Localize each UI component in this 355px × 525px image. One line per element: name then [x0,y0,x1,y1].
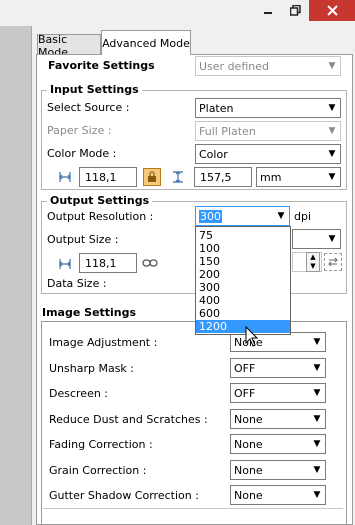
lock-aspect-button[interactable] [143,168,161,186]
image-setting-select[interactable]: OFF ▼ [230,358,326,378]
chevron-down-icon: ▼ [328,234,336,244]
image-setting-value: None [234,437,263,451]
image-setting-select[interactable]: None ▼ [230,460,326,480]
chevron-down-icon: ▼ [313,337,321,347]
output-size-label: Output Size : [47,233,119,246]
favorite-settings-select[interactable]: User defined ▼ [195,56,341,76]
image-setting-label: Reduce Dust and Scratches : [49,413,208,426]
resolution-option[interactable]: 150 [196,255,290,268]
image-setting-value: None [234,412,263,426]
output-width-icon [57,256,73,272]
paper-size-label: Paper Size : [47,124,112,137]
image-setting-label: Unsharp Mask : [49,362,135,375]
tab-advanced-mode-label: Advanced Mode [102,36,190,50]
resolution-option[interactable]: 200 [196,268,290,281]
chevron-down-icon: ▼ [277,211,285,221]
resolution-option[interactable]: 1200 [196,320,290,333]
input-width-field[interactable]: 118,1 [79,167,137,187]
image-setting-label: Grain Correction : [49,464,147,477]
image-setting-select[interactable]: OFF ▼ [230,383,326,403]
minimize-button[interactable] [254,0,282,21]
output-settings-title: Output Settings [47,194,153,207]
image-setting-value: None [234,488,263,502]
image-setting-value: None [234,463,263,477]
tab-basic-mode[interactable]: Basic Mode [37,33,101,59]
resolution-option[interactable]: 75 [196,229,290,242]
output-size-select[interactable]: ▼ [292,229,341,249]
image-settings-title: Image Settings [42,306,137,319]
output-height-spinner[interactable]: ▲ ▼ [306,252,320,272]
title-bar [0,0,355,26]
resolution-option[interactable]: 300 [196,281,290,294]
color-mode-value: Color [199,147,228,161]
image-setting-label: Descreen : [49,387,109,400]
restore-button[interactable] [282,0,309,21]
chevron-down-icon: ▼ [313,490,321,500]
image-setting-value: OFF [234,386,256,400]
restore-icon [290,5,301,16]
resolution-option[interactable]: 100 [196,242,290,255]
swap-icon [328,257,338,267]
image-settings-scrollbar-edge [346,321,347,525]
chevron-down-icon: ▼ [313,414,321,424]
image-setting-value: OFF [234,361,256,375]
favorite-settings-value: User defined [199,59,269,73]
color-mode-select[interactable]: Color ▼ [195,144,341,164]
output-resolution-label: Output Resolution : [47,210,154,223]
chevron-down-icon: ▼ [313,363,321,373]
output-resolution-value: 300 [199,209,222,223]
close-icon [326,5,338,16]
chevron-down-icon: ▼ [328,103,336,113]
paper-size-value: Full Platen [199,124,256,138]
chevron-down-icon: ▼ [328,172,336,182]
unit-select[interactable]: mm ▼ [256,167,341,187]
lock-icon [148,171,156,182]
image-setting-select[interactable]: None ▼ [230,434,326,454]
image-setting-label: Image Adjustment : [49,336,158,349]
resolution-option[interactable]: 600 [196,307,290,320]
output-width-field[interactable]: 118,1 [79,253,137,273]
color-mode-label: Color Mode : [47,147,117,160]
select-source-select[interactable]: Platen ▼ [195,98,341,118]
paper-size-select[interactable]: Full Platen ▼ [195,121,341,141]
chevron-down-icon: ▼ [313,388,321,398]
height-icon [170,169,186,185]
spin-up-icon: ▲ [310,253,316,261]
close-button[interactable] [309,0,355,21]
spin-down-icon: ▼ [310,262,316,270]
resolution-dropdown[interactable]: 75 100 150 200 300 400 600 1200 [195,226,291,335]
swap-size-button[interactable] [324,253,342,271]
preview-area-edge [0,26,32,525]
chevron-down-icon: ▼ [313,465,321,475]
resolution-option[interactable]: 400 [196,294,290,307]
divider [43,508,343,509]
chevron-down-icon: ▼ [328,126,336,136]
image-setting-label: Fading Correction : [49,438,153,451]
width-icon [57,169,73,185]
data-size-label: Data Size : [47,277,107,290]
dpi-unit-label: dpi [294,210,312,223]
input-settings-title: Input Settings [47,83,142,96]
mouse-cursor [245,325,259,351]
image-setting-select[interactable]: None ▼ [230,409,326,429]
chevron-down-icon: ▼ [313,439,321,449]
tab-advanced-mode[interactable]: Advanced Mode [101,30,191,55]
chevron-down-icon: ▼ [328,149,336,159]
link-icon[interactable] [141,255,159,271]
select-source-label: Select Source : [47,101,130,114]
chevron-down-icon: ▼ [328,61,336,71]
input-height-field[interactable]: 157,5 [194,167,252,187]
favorite-settings-label: Favorite Settings [48,59,155,72]
minimize-icon [264,11,272,14]
unit-value: mm [260,170,282,184]
output-resolution-select[interactable]: 300 ▼ [195,206,290,226]
select-source-value: Platen [199,101,234,115]
image-setting-select[interactable]: None ▼ [230,485,326,505]
image-setting-label: Gutter Shadow Correction : [49,489,199,502]
